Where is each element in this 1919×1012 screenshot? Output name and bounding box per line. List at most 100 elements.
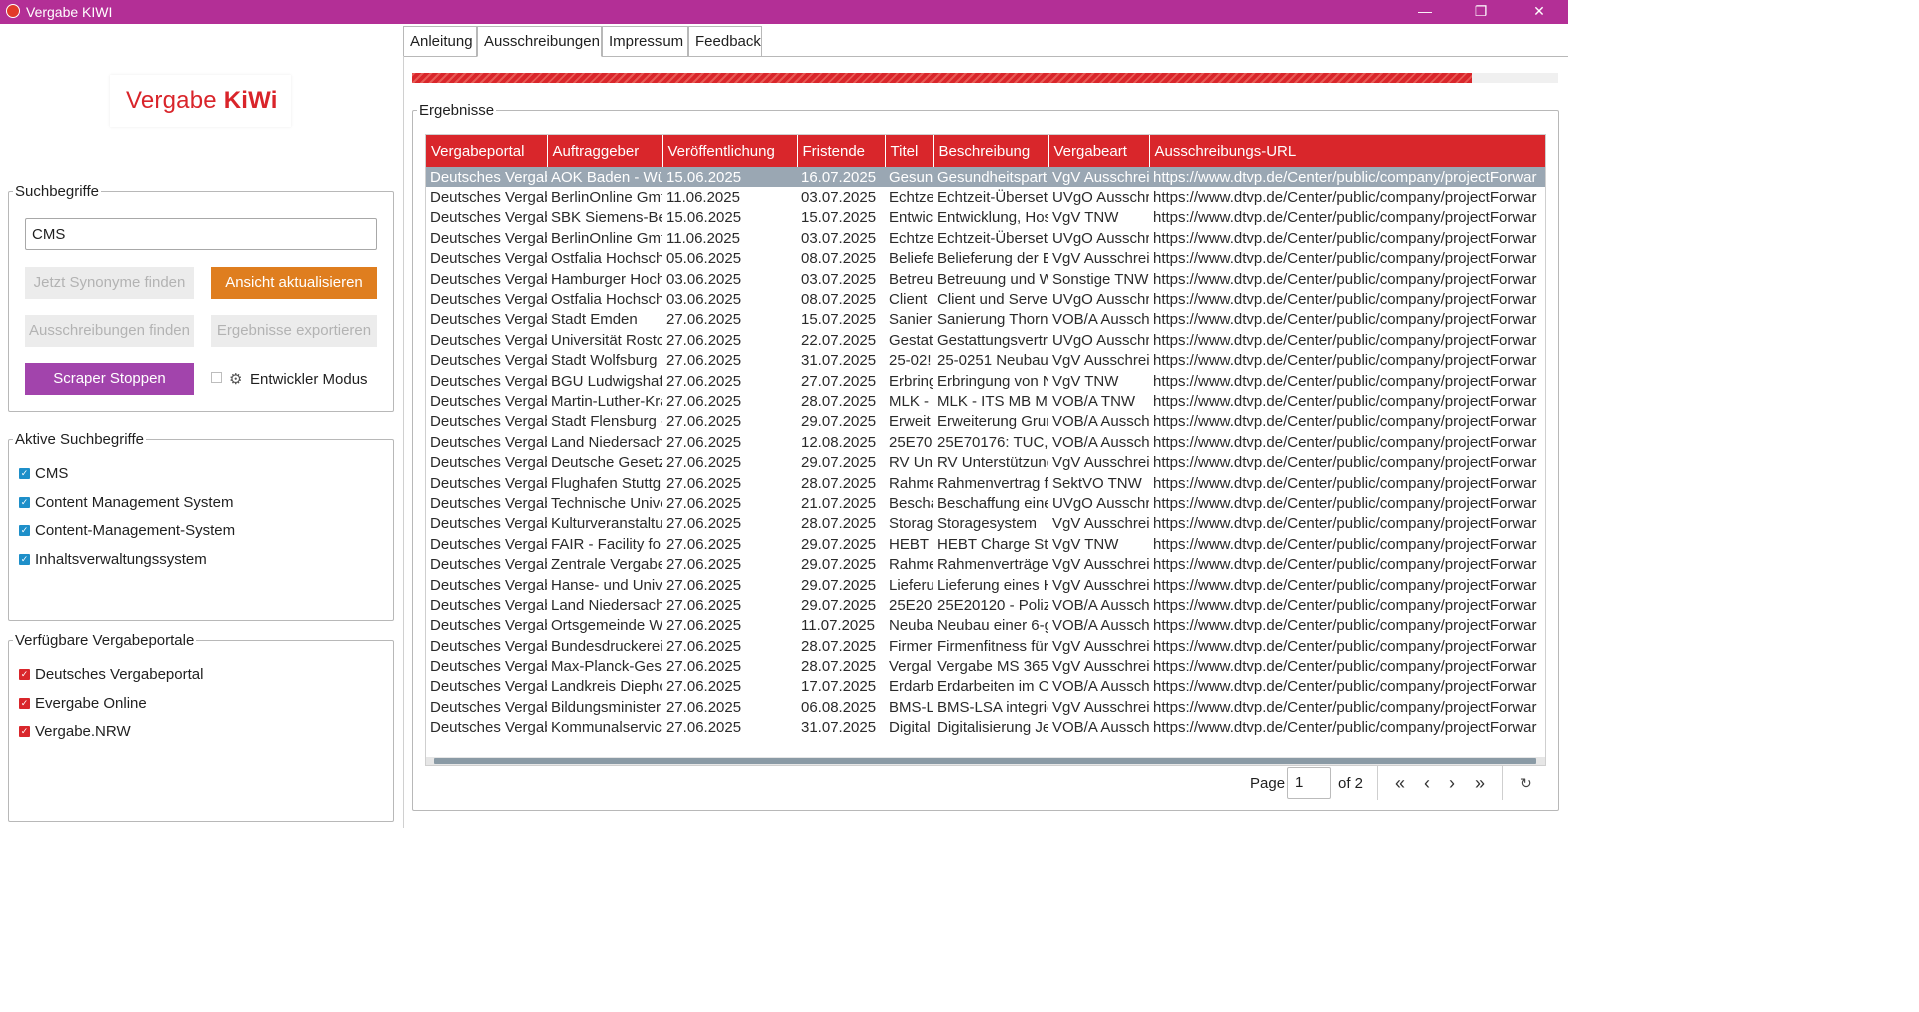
first-page-button[interactable]: « [1391,772,1409,794]
column-header[interactable]: Fristende [797,135,886,167]
table-row[interactable]: Deutsches Vergab Deutsche Gesetzl 27.06.20… [426,452,1545,472]
table-row[interactable]: Deutsches Vergab Land Niedersach: 27.06.20… [426,432,1545,452]
table-cell: https://www.dtvp.de/Center/public/compan… [1153,291,1537,309]
horizontal-scrollbar[interactable] [426,757,1545,765]
checkbox-checked[interactable]: ✓ [19,525,30,536]
table-row[interactable]: Deutsches Vergab BGU Ludwigshafe 27.06.202… [426,371,1545,391]
table-row[interactable]: Deutsches Vergab Stadt Flensburg -27.06.2… [426,412,1545,432]
checkbox-checked[interactable]: ✓ [19,468,30,479]
scraper-stoppen-button[interactable]: Scraper Stoppen [25,363,194,395]
table-row[interactable]: Deutsches Vergab Zentrale Vergabe 27.06.20… [426,554,1545,574]
minimize-button[interactable]: — [1402,0,1448,24]
entwickler-modus-checkbox[interactable] [211,372,222,383]
table-cell: Lieferu [889,576,933,594]
last-page-button[interactable]: » [1471,772,1489,794]
logo-part-kiwi: KiWi [223,87,278,114]
table-cell: UVgO Ausschr [1052,494,1149,512]
next-page-button[interactable]: › [1443,772,1461,794]
table-row[interactable]: Deutsches Vergab Landkreis Diephc 27.06.20… [426,677,1545,697]
scrollbar-thumb[interactable] [434,758,1536,764]
logo: Vergabe KiWi [110,75,291,127]
table-header-row: Vergabeportal Auftraggeber Veröffentlichun… [426,135,1545,167]
column-header[interactable]: Vergabeart [1048,135,1150,167]
table-cell: Echtze [889,189,933,207]
table-row[interactable]: Deutsches Vergab SBK Siemens-Bet 15.06.202… [426,208,1545,228]
table-cell: 27.06.2025 [666,576,742,594]
suchbegriffe-legend: Suchbegriffe [15,183,99,200]
table-row[interactable]: Deutsches Vergab Technische Unive 27.06.20… [426,493,1545,513]
table-cell: Stadt Flensburg - [551,413,662,431]
table-row[interactable]: Deutsches Vergab Hamburger Hoch 03.06.2025… [426,269,1545,289]
page-number-input[interactable]: 1 [1287,767,1331,799]
table-cell: VgV Ausschrei [1048,167,1149,188]
entwickler-modus-label: Entwickler Modus [250,371,368,388]
tab-feedback[interactable]: Feedback [688,26,762,57]
ausschreibungen-finden-button[interactable]: Ausschreibungen finden [25,315,194,347]
checkbox-checked[interactable]: ✓ [19,554,30,565]
table-cell: Neubau einer 6-g [937,617,1048,635]
table-cell: 27.06.2025 [666,311,742,329]
table-row[interactable]: Deutsches Vergab Bundesdruckerei 27.06.202… [426,636,1545,656]
column-header[interactable]: Auftraggeber [547,135,663,167]
column-header[interactable]: Veröffentlichung [662,135,798,167]
table-row[interactable]: Deutsches Vergab Flughafen Stuttg 27.06.20… [426,473,1545,493]
table-row[interactable]: Deutsches Vergab Hanse- und Univ 27.06.202… [426,575,1545,595]
maximize-button[interactable]: ❐ [1458,0,1504,24]
table-row[interactable]: Deutsches Vergab Stadt Emden 27.06.2025 15.… [426,310,1545,330]
checkbox-checked[interactable]: ✓ [19,497,30,508]
column-header[interactable]: Ausschreibungs-URL [1149,135,1545,167]
table-cell: Betreuung und W [937,270,1048,288]
search-input[interactable]: CMS [25,218,377,250]
table-row[interactable]: Deutsches Vergab Ostfalia Hochsch 05.06.20… [426,249,1545,269]
refresh-icon[interactable]: ↻ [1520,775,1532,792]
table-cell: RV Unterstützung [937,454,1048,472]
table-row[interactable]: Deutsches Vergab Bildungsministeri 27.06.2… [426,697,1545,717]
portale-legend: Verfügbare Vergabeportale [15,632,195,649]
table-cell: 25-0251 Neubau [937,352,1048,370]
ergebnisse-exportieren-button[interactable]: Ergebnisse exportieren [211,315,377,347]
ansicht-aktualisieren-button[interactable]: Ansicht aktualisieren [211,267,377,299]
table-row[interactable]: Deutsches Vergab Martin-Luther-Kra 27.06.2… [426,391,1545,411]
table-row[interactable]: Deutsches Vergab BerlinOnline Gmt 11.06.20… [426,228,1545,248]
table-cell: Client und Server [937,291,1048,309]
column-header[interactable]: Vergabeportal [426,135,548,167]
table-cell: Vergabe MS 365 [937,658,1048,676]
table-row[interactable]: Deutsches Vergab Land Niedersach: 27.06.20… [426,595,1545,615]
table-cell: https://www.dtvp.de/Center/public/compan… [1153,596,1537,614]
table-cell: Deutsches Vergab [430,678,547,696]
table-cell: 27.06.2025 [666,535,742,553]
close-button[interactable]: ✕ [1516,0,1562,24]
tab-impressum[interactable]: Impressum [602,26,688,57]
table-cell: 29.07.2025 [801,596,877,614]
table-row[interactable]: Deutsches Vergab AOK Baden - Wü 15.06.2025… [426,167,1545,188]
table-row[interactable]: Deutsches Vergab Ortsgemeinde W 27.06.2025… [426,616,1545,636]
table-row[interactable]: Deutsches Vergab BerlinOnline Gmt 11.06.20… [426,187,1545,207]
table-cell: Universität Rostc [551,331,662,349]
table-cell: 27.06.2025 [666,413,742,431]
checkbox-checked[interactable]: ✓ [19,698,30,709]
prev-page-button[interactable]: ‹ [1418,772,1436,794]
table-row[interactable]: Deutsches Vergab Stadt Wolfsburg 27.06.202… [426,351,1545,371]
table-row[interactable]: Deutsches Vergab Max-Planck-Gese 27.06.202… [426,656,1545,676]
table-cell: Ostfalia Hochsch [551,250,662,268]
tab-ausschreibungen[interactable]: Ausschreibungen [477,26,602,57]
tab-anleitung[interactable]: Anleitung [403,26,477,57]
pager-separator [1377,766,1378,800]
table-row[interactable]: Deutsches Vergab Universität Rostc 27.06.2… [426,330,1545,350]
synonyme-finden-button[interactable]: Jetzt Synonyme finden [25,267,194,299]
table-cell: 03.06.2025 [666,270,742,288]
column-header[interactable]: Titel [885,135,934,167]
table-row[interactable]: Deutsches Vergab Kulturveranstaltu 27.06.2… [426,514,1545,534]
table-row[interactable]: Deutsches Vergab Kommunalservice 27.06.202… [426,718,1545,738]
table-cell: Gesun [885,167,933,188]
table-row[interactable]: Deutsches Vergab FAIR - Facility for 27.06… [426,534,1545,554]
column-header[interactable]: Beschreibung [933,135,1049,167]
checkbox-checked[interactable]: ✓ [19,669,30,680]
table-cell: 15.07.2025 [801,209,877,227]
checkbox-checked[interactable]: ✓ [19,726,30,737]
table-cell: Ostfalia Hochsch [551,291,662,309]
table-cell: https://www.dtvp.de/Center/public/compan… [1153,556,1537,574]
table-cell: Deutsche Gesetzl [551,454,662,472]
table-cell: Land Niedersach: [551,433,662,451]
table-row[interactable]: Deutsches Vergab Ostfalia Hochsch 03.06.20… [426,289,1545,309]
